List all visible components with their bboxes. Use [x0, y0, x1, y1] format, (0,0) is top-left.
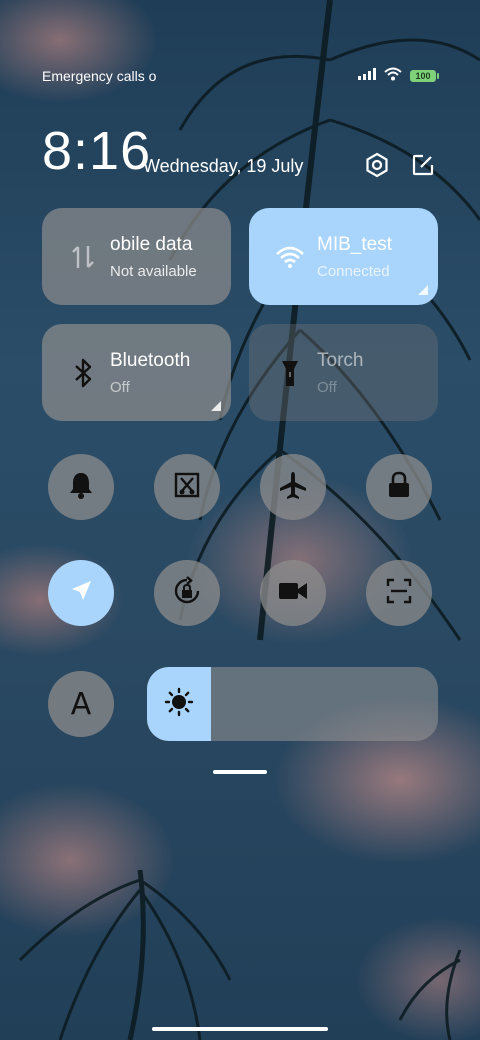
- panel-drag-handle[interactable]: [213, 770, 267, 774]
- wifi-icon: [384, 67, 402, 86]
- battery-icon: 100: [410, 70, 439, 82]
- torch-icon: [275, 358, 305, 388]
- expand-corner-icon: [418, 285, 428, 295]
- edit-icon[interactable]: [408, 150, 438, 180]
- tile-torch-title: Torch: [317, 350, 364, 371]
- tile-torch-status: Off: [317, 379, 337, 396]
- toggle-airplane[interactable]: [260, 454, 326, 520]
- sun-icon: [164, 687, 194, 722]
- tile-mobile-data[interactable]: obile data Not available: [42, 208, 231, 305]
- toggle-lock-screen[interactable]: [366, 454, 432, 520]
- clock-date: Wednesday, 19 July: [143, 156, 304, 176]
- toggle-screenshot[interactable]: [154, 454, 220, 520]
- screenshot-icon: [173, 471, 201, 504]
- tile-bluetooth[interactable]: Bluetooth Off: [42, 324, 231, 421]
- airplane-icon: [278, 470, 308, 505]
- tile-mobile-data-status: Not available: [110, 263, 197, 280]
- clock-time: 8:16: [42, 121, 152, 181]
- font-size-icon: A: [70, 686, 92, 722]
- tile-mobile-data-title: obile data: [110, 234, 193, 255]
- mobile-data-icon: [68, 242, 98, 272]
- home-indicator[interactable]: [152, 1027, 328, 1031]
- auto-rotate-icon: [172, 575, 202, 611]
- toggle-screen-recorder[interactable]: [260, 560, 326, 626]
- bluetooth-icon: [68, 358, 98, 388]
- location-icon: [68, 578, 94, 609]
- toggle-scanner[interactable]: [366, 560, 432, 626]
- toggle-font-size[interactable]: A: [48, 671, 114, 737]
- carrier-text: Emergency calls o: [42, 68, 157, 84]
- tile-wifi-status: Connected: [317, 263, 390, 280]
- brightness-slider[interactable]: [147, 667, 438, 741]
- brightness-fill: [147, 667, 211, 741]
- lock-icon: [387, 471, 411, 504]
- scanner-icon: [385, 577, 413, 610]
- tile-bluetooth-title: Bluetooth: [110, 350, 191, 371]
- settings-icon[interactable]: [362, 150, 392, 180]
- signal-icon: [358, 67, 376, 85]
- tile-torch[interactable]: Torch Off: [249, 324, 438, 421]
- toggle-mute[interactable]: [48, 454, 114, 520]
- toggle-auto-rotate[interactable]: [154, 560, 220, 626]
- status-bar: Emergency calls o 100: [42, 66, 439, 86]
- tile-wifi-title: MIB_test: [317, 234, 392, 255]
- expand-corner-icon: [211, 401, 221, 411]
- tile-bluetooth-status: Off: [110, 379, 130, 396]
- bell-icon: [68, 471, 94, 504]
- toggle-location[interactable]: [48, 560, 114, 626]
- screen-record-icon: [278, 580, 308, 607]
- wifi-icon: [275, 242, 305, 272]
- tile-wifi[interactable]: MIB_test Connected: [249, 208, 438, 305]
